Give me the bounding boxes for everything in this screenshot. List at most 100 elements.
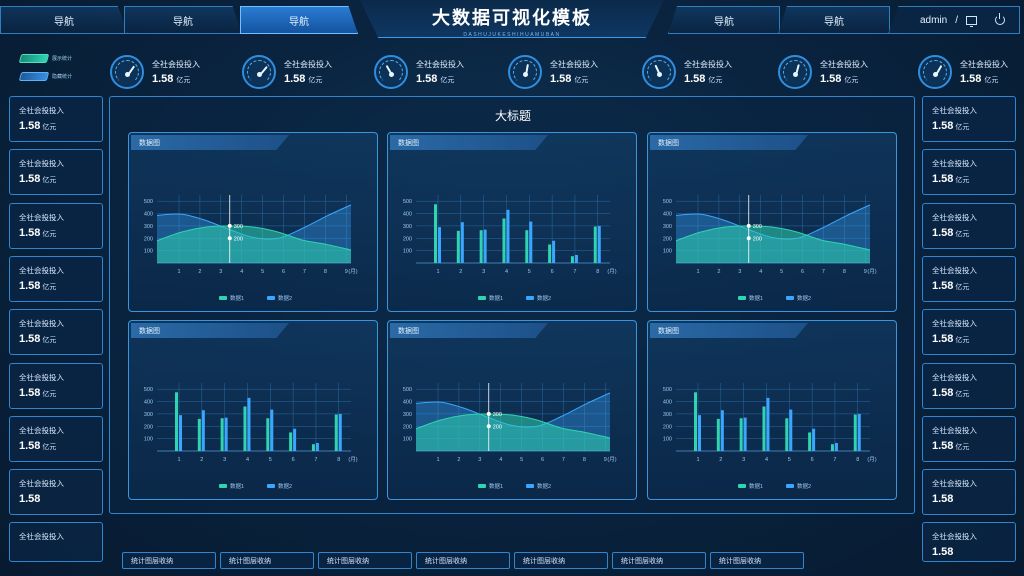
stat-card[interactable]: 全社会投投入 1.58 亿元	[922, 149, 1016, 196]
nav-tab-4[interactable]: 导航	[668, 6, 780, 34]
layer-collapse-button[interactable]: 统计图层收纳	[710, 552, 804, 569]
marker-point[interactable]	[486, 411, 491, 416]
bar-1[interactable]	[266, 418, 270, 451]
legend-swatch[interactable]	[738, 296, 746, 300]
stat-card[interactable]: 全社会投投入 1.58 亿元	[9, 255, 103, 302]
bar-2[interactable]	[460, 222, 464, 263]
marker-point[interactable]	[746, 236, 751, 241]
bar-2[interactable]	[338, 413, 342, 451]
bar-1[interactable]	[570, 256, 574, 263]
bar-1[interactable]	[762, 406, 766, 451]
nav-tab-1[interactable]: 导航	[0, 6, 128, 34]
bar-2[interactable]	[743, 417, 747, 451]
bar-2[interactable]	[812, 428, 816, 451]
bar-2[interactable]	[597, 225, 601, 263]
bar-2[interactable]	[834, 442, 838, 451]
marker-point[interactable]	[227, 236, 232, 241]
bar-1[interactable]	[456, 230, 460, 263]
toggle-switch[interactable]	[18, 54, 50, 63]
monitor-icon[interactable]	[966, 15, 977, 27]
bar-2[interactable]	[506, 209, 510, 263]
bar-2[interactable]	[224, 417, 228, 451]
legend-swatch[interactable]	[478, 484, 486, 488]
legend-swatch[interactable]	[526, 296, 534, 300]
stat-card[interactable]: 全社会投投入 1.58 亿元	[922, 96, 1016, 142]
stat-card[interactable]: 全社会投投入 1.58 亿元	[9, 415, 103, 462]
bar-1[interactable]	[289, 432, 293, 451]
stat-card[interactable]: 全社会投投入 1.58	[922, 522, 1016, 563]
toggle-switch[interactable]	[18, 72, 50, 81]
stat-card[interactable]: 全社会投投入	[9, 522, 103, 563]
bar-2[interactable]	[438, 227, 441, 263]
bar-1[interactable]	[525, 230, 529, 263]
marker-point[interactable]	[486, 424, 491, 429]
legend-swatch[interactable]	[219, 296, 227, 300]
bar-1[interactable]	[716, 418, 720, 451]
bar-2[interactable]	[293, 428, 297, 451]
bar-1[interactable]	[334, 414, 338, 451]
legend-swatch[interactable]	[267, 296, 275, 300]
bar-1[interactable]	[739, 418, 743, 451]
bar-1[interactable]	[694, 392, 697, 451]
bar-2[interactable]	[698, 415, 701, 451]
bar-1[interactable]	[785, 418, 789, 451]
legend-swatch[interactable]	[738, 484, 746, 488]
legend-swatch[interactable]	[786, 296, 794, 300]
bar-2[interactable]	[857, 413, 861, 451]
bar-1[interactable]	[593, 226, 597, 263]
username[interactable]: admin	[920, 15, 947, 26]
bar-1[interactable]	[311, 444, 315, 451]
bar-2[interactable]	[483, 229, 487, 263]
bar-1[interactable]	[175, 392, 178, 451]
marker-point[interactable]	[227, 223, 232, 228]
stat-card[interactable]: 全社会投投入 1.58 亿元	[922, 255, 1016, 302]
layer-collapse-button[interactable]: 统计图层收纳	[416, 552, 510, 569]
bar-2[interactable]	[247, 397, 251, 451]
bar-2[interactable]	[789, 409, 793, 451]
nav-tab-2[interactable]: 导航	[124, 6, 242, 34]
toggle-hide-stats[interactable]: 隐藏统计	[18, 72, 72, 81]
power-icon[interactable]	[995, 13, 1005, 25]
bar-2[interactable]	[315, 442, 319, 451]
stat-card[interactable]: 全社会投投入 1.58 亿元	[9, 309, 103, 356]
bar-2[interactable]	[270, 409, 274, 451]
bar-2[interactable]	[552, 240, 556, 263]
bar-1[interactable]	[853, 414, 857, 451]
stat-card[interactable]: 全社会投投入 1.58 亿元	[9, 149, 103, 196]
stat-card[interactable]: 全社会投投入 1.58 亿元	[9, 362, 103, 409]
stat-card[interactable]: 全社会投投入 1.58 亿元	[922, 415, 1016, 462]
legend-swatch[interactable]	[526, 484, 534, 488]
stat-card[interactable]: 全社会投投入 1.58 亿元	[922, 202, 1016, 249]
bar-2[interactable]	[201, 410, 205, 451]
legend-swatch[interactable]	[219, 484, 227, 488]
nav-tab-5[interactable]: 导航	[778, 6, 890, 34]
stat-card[interactable]: 全社会投投入 1.58 亿元	[922, 309, 1016, 356]
legend-swatch[interactable]	[478, 296, 486, 300]
layer-collapse-button[interactable]: 统计图层收纳	[514, 552, 608, 569]
bar-1[interactable]	[502, 218, 506, 263]
layer-collapse-button[interactable]: 统计图层收纳	[318, 552, 412, 569]
stat-card[interactable]: 全社会投投入 1.58 亿元	[9, 96, 103, 142]
bar-1[interactable]	[220, 418, 224, 451]
bar-1[interactable]	[830, 444, 834, 451]
layer-collapse-button[interactable]: 统计图层收纳	[220, 552, 314, 569]
marker-point[interactable]	[746, 223, 751, 228]
stat-card[interactable]: 全社会投投入 1.58	[922, 469, 1016, 516]
stat-card[interactable]: 全社会投投入 1.58 亿元	[922, 362, 1016, 409]
bar-2[interactable]	[179, 415, 182, 451]
bar-2[interactable]	[766, 397, 770, 451]
bar-1[interactable]	[479, 230, 483, 263]
nav-tab-3[interactable]: 导航	[240, 6, 358, 34]
bar-1[interactable]	[197, 418, 201, 451]
bar-2[interactable]	[720, 410, 724, 451]
toggle-show-stats[interactable]: 展示统计	[18, 54, 72, 63]
legend-swatch[interactable]	[267, 484, 275, 488]
bar-1[interactable]	[548, 244, 552, 263]
bar-2[interactable]	[574, 254, 578, 263]
bar-1[interactable]	[243, 406, 247, 451]
bar-1[interactable]	[808, 432, 812, 451]
bar-1[interactable]	[434, 204, 437, 263]
layer-collapse-button[interactable]: 统计图层收纳	[122, 552, 216, 569]
stat-card[interactable]: 全社会投投入 1.58	[9, 469, 103, 516]
layer-collapse-button[interactable]: 统计图层收纳	[612, 552, 706, 569]
